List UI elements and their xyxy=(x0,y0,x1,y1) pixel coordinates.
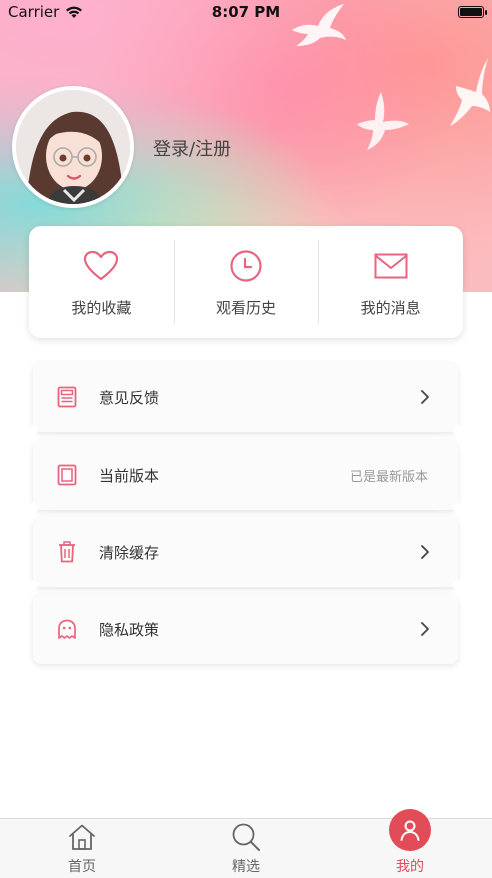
mail-icon xyxy=(372,247,410,285)
avatar-image xyxy=(16,90,130,204)
messages-label: 我的消息 xyxy=(360,298,421,317)
clock-icon xyxy=(227,247,265,285)
wifi-icon xyxy=(66,6,83,18)
trash-icon xyxy=(55,540,79,564)
feedback-icon xyxy=(55,385,79,409)
status-left: Carrier xyxy=(8,3,83,21)
user-avatar[interactable] xyxy=(12,86,134,208)
history-button[interactable]: 观看历史 xyxy=(173,226,319,338)
favorites-button[interactable]: 我的收藏 xyxy=(29,226,174,338)
quick-actions-card: 我的收藏 观看历史 我的消息 xyxy=(29,226,463,338)
dove-icon xyxy=(357,92,409,150)
clear-cache-label: 清除缓存 xyxy=(99,543,160,562)
menu-divider xyxy=(55,588,438,589)
home-icon xyxy=(66,822,98,852)
bottom-tab-bar: 首页 精选 我的 xyxy=(0,809,492,878)
carrier-label: Carrier xyxy=(8,3,60,21)
version-icon xyxy=(55,463,79,487)
chevron-right-icon xyxy=(421,622,429,636)
menu-divider xyxy=(55,511,438,512)
menu-item-privacy[interactable]: 隐私政策 xyxy=(33,594,458,664)
heart-icon xyxy=(82,247,120,285)
favorites-label: 我的收藏 xyxy=(71,298,132,317)
history-label: 观看历史 xyxy=(216,298,277,317)
tab-mine-label: 我的 xyxy=(396,859,424,875)
version-value: 已是最新版本 xyxy=(349,469,428,485)
menu-divider xyxy=(55,433,438,434)
tab-mine[interactable]: 我的 xyxy=(328,809,492,878)
messages-button[interactable]: 我的消息 xyxy=(318,226,463,338)
login-register-link[interactable]: 登录/注册 xyxy=(153,135,231,161)
dove-icon xyxy=(450,58,490,126)
tab-featured[interactable]: 精选 xyxy=(164,819,328,878)
ghost-icon xyxy=(55,617,79,641)
chevron-right-icon xyxy=(421,545,429,559)
tab-home-label: 首页 xyxy=(68,859,96,875)
menu-item-feedback[interactable]: 意见反馈 xyxy=(28,362,463,435)
tab-featured-label: 精选 xyxy=(232,859,260,875)
feedback-label: 意见反馈 xyxy=(99,388,160,407)
version-label: 当前版本 xyxy=(99,466,160,485)
battery-icon xyxy=(458,6,487,18)
menu-item-version[interactable]: 当前版本 已是最新版本 xyxy=(28,440,463,513)
status-bar: Carrier 8:07 PM xyxy=(0,0,492,24)
privacy-label: 隐私政策 xyxy=(99,620,160,639)
user-icon xyxy=(389,809,431,851)
clock-time: 8:07 PM xyxy=(211,3,281,21)
tab-home[interactable]: 首页 xyxy=(0,819,164,878)
search-icon xyxy=(230,822,262,852)
menu-item-clear-cache[interactable]: 清除缓存 xyxy=(28,517,463,590)
chevron-right-icon xyxy=(421,390,429,404)
